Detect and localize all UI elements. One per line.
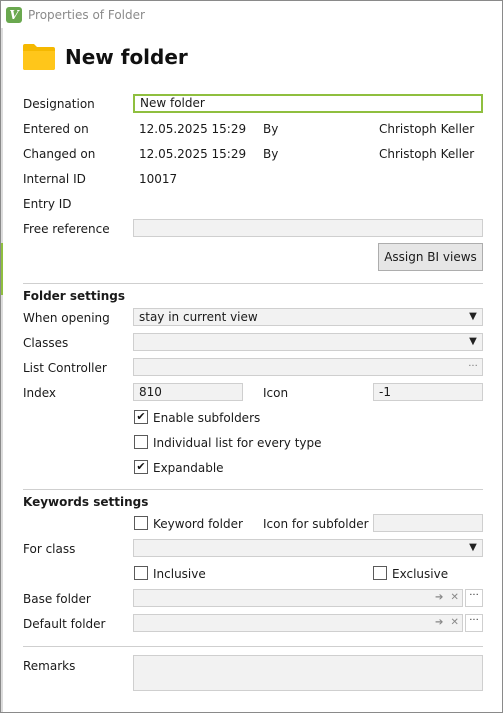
internal-id-value: 10017 (139, 172, 178, 186)
base-folder-input[interactable] (133, 589, 463, 607)
properties-window: V Properties of Folder New folder Design… (0, 0, 503, 713)
app-logo-icon: V (6, 6, 22, 23)
individual-list-checkbox[interactable] (134, 435, 148, 449)
free-reference-input[interactable] (133, 219, 483, 237)
individual-list-label: Individual list for every type (153, 436, 322, 450)
chevron-down-icon[interactable]: ▼ (464, 540, 482, 556)
remarks-label: Remarks (23, 659, 76, 673)
folder-settings-heading: Folder settings (23, 289, 126, 303)
for-class-select[interactable]: ▼ (133, 539, 483, 557)
default-folder-label: Default folder (23, 617, 106, 631)
changed-by-value: Christoph Keller (379, 147, 475, 161)
when-opening-label: When opening (23, 311, 110, 325)
assign-bi-views-button[interactable]: Assign BI views (378, 243, 483, 271)
navigate-clear-icon[interactable]: ➔ ✕ (435, 617, 461, 628)
keyword-folder-checkbox[interactable] (134, 516, 148, 530)
expandable-label: Expandable (153, 461, 224, 475)
inclusive-label: Inclusive (153, 567, 206, 581)
list-controller-label: List Controller (23, 361, 107, 375)
designation-label: Designation (23, 97, 95, 111)
navigate-clear-icon[interactable]: ➔ ✕ (435, 592, 461, 603)
entry-id-label: Entry ID (23, 197, 72, 211)
changed-on-value: 12.05.2025 15:29 (139, 147, 247, 161)
base-folder-label: Base folder (23, 592, 91, 606)
list-controller-input[interactable]: ··· (133, 358, 483, 376)
base-folder-browse-button[interactable]: ··· (465, 589, 483, 607)
entered-by-label: By (263, 122, 279, 136)
chevron-down-icon[interactable]: ▼ (464, 309, 482, 325)
enable-subfolders-label: Enable subfolders (153, 411, 261, 425)
enable-subfolders-checkbox[interactable]: ✔ (134, 410, 148, 424)
separator (23, 646, 483, 647)
chevron-down-icon[interactable]: ▼ (464, 334, 482, 350)
separator (23, 489, 483, 490)
page-title: New folder (65, 45, 188, 69)
window-title: Properties of Folder (28, 7, 145, 22)
remarks-textarea[interactable] (133, 655, 483, 691)
index-input[interactable]: 810 (133, 383, 243, 401)
entered-on-value: 12.05.2025 15:29 (139, 122, 247, 136)
title-bar[interactable]: V Properties of Folder (1, 1, 502, 28)
icon-for-subfolder-input[interactable] (373, 514, 483, 532)
icon-input[interactable]: -1 (373, 383, 483, 401)
index-label: Index (23, 386, 57, 400)
classes-select[interactable]: ▼ (133, 333, 483, 351)
classes-label: Classes (23, 336, 69, 350)
ellipsis-icon[interactable]: ··· (464, 359, 482, 375)
entered-by-value: Christoph Keller (379, 122, 475, 136)
changed-on-label: Changed on (23, 147, 96, 161)
changed-by-label: By (263, 147, 279, 161)
icon-for-subfolder-label: Icon for subfolder (263, 517, 369, 531)
left-edge-strip (1, 28, 3, 712)
exclusive-label: Exclusive (392, 567, 449, 581)
default-folder-browse-button[interactable]: ··· (465, 614, 483, 632)
when-opening-value: stay in current view (139, 310, 258, 324)
designation-input[interactable]: New folder (133, 94, 483, 113)
exclusive-checkbox[interactable] (373, 566, 387, 580)
expandable-checkbox[interactable]: ✔ (134, 460, 148, 474)
left-edge-accent (1, 243, 3, 295)
separator (23, 283, 483, 284)
keyword-folder-label: Keyword folder (153, 517, 243, 531)
folder-icon (23, 44, 55, 70)
keywords-settings-heading: Keywords settings (23, 495, 149, 509)
for-class-label: For class (23, 542, 76, 556)
free-reference-label: Free reference (23, 222, 110, 236)
internal-id-label: Internal ID (23, 172, 86, 186)
default-folder-input[interactable] (133, 614, 463, 632)
entered-on-label: Entered on (23, 122, 89, 136)
when-opening-select[interactable]: stay in current view ▼ (133, 308, 483, 326)
icon-label: Icon (263, 386, 289, 400)
inclusive-checkbox[interactable] (134, 566, 148, 580)
